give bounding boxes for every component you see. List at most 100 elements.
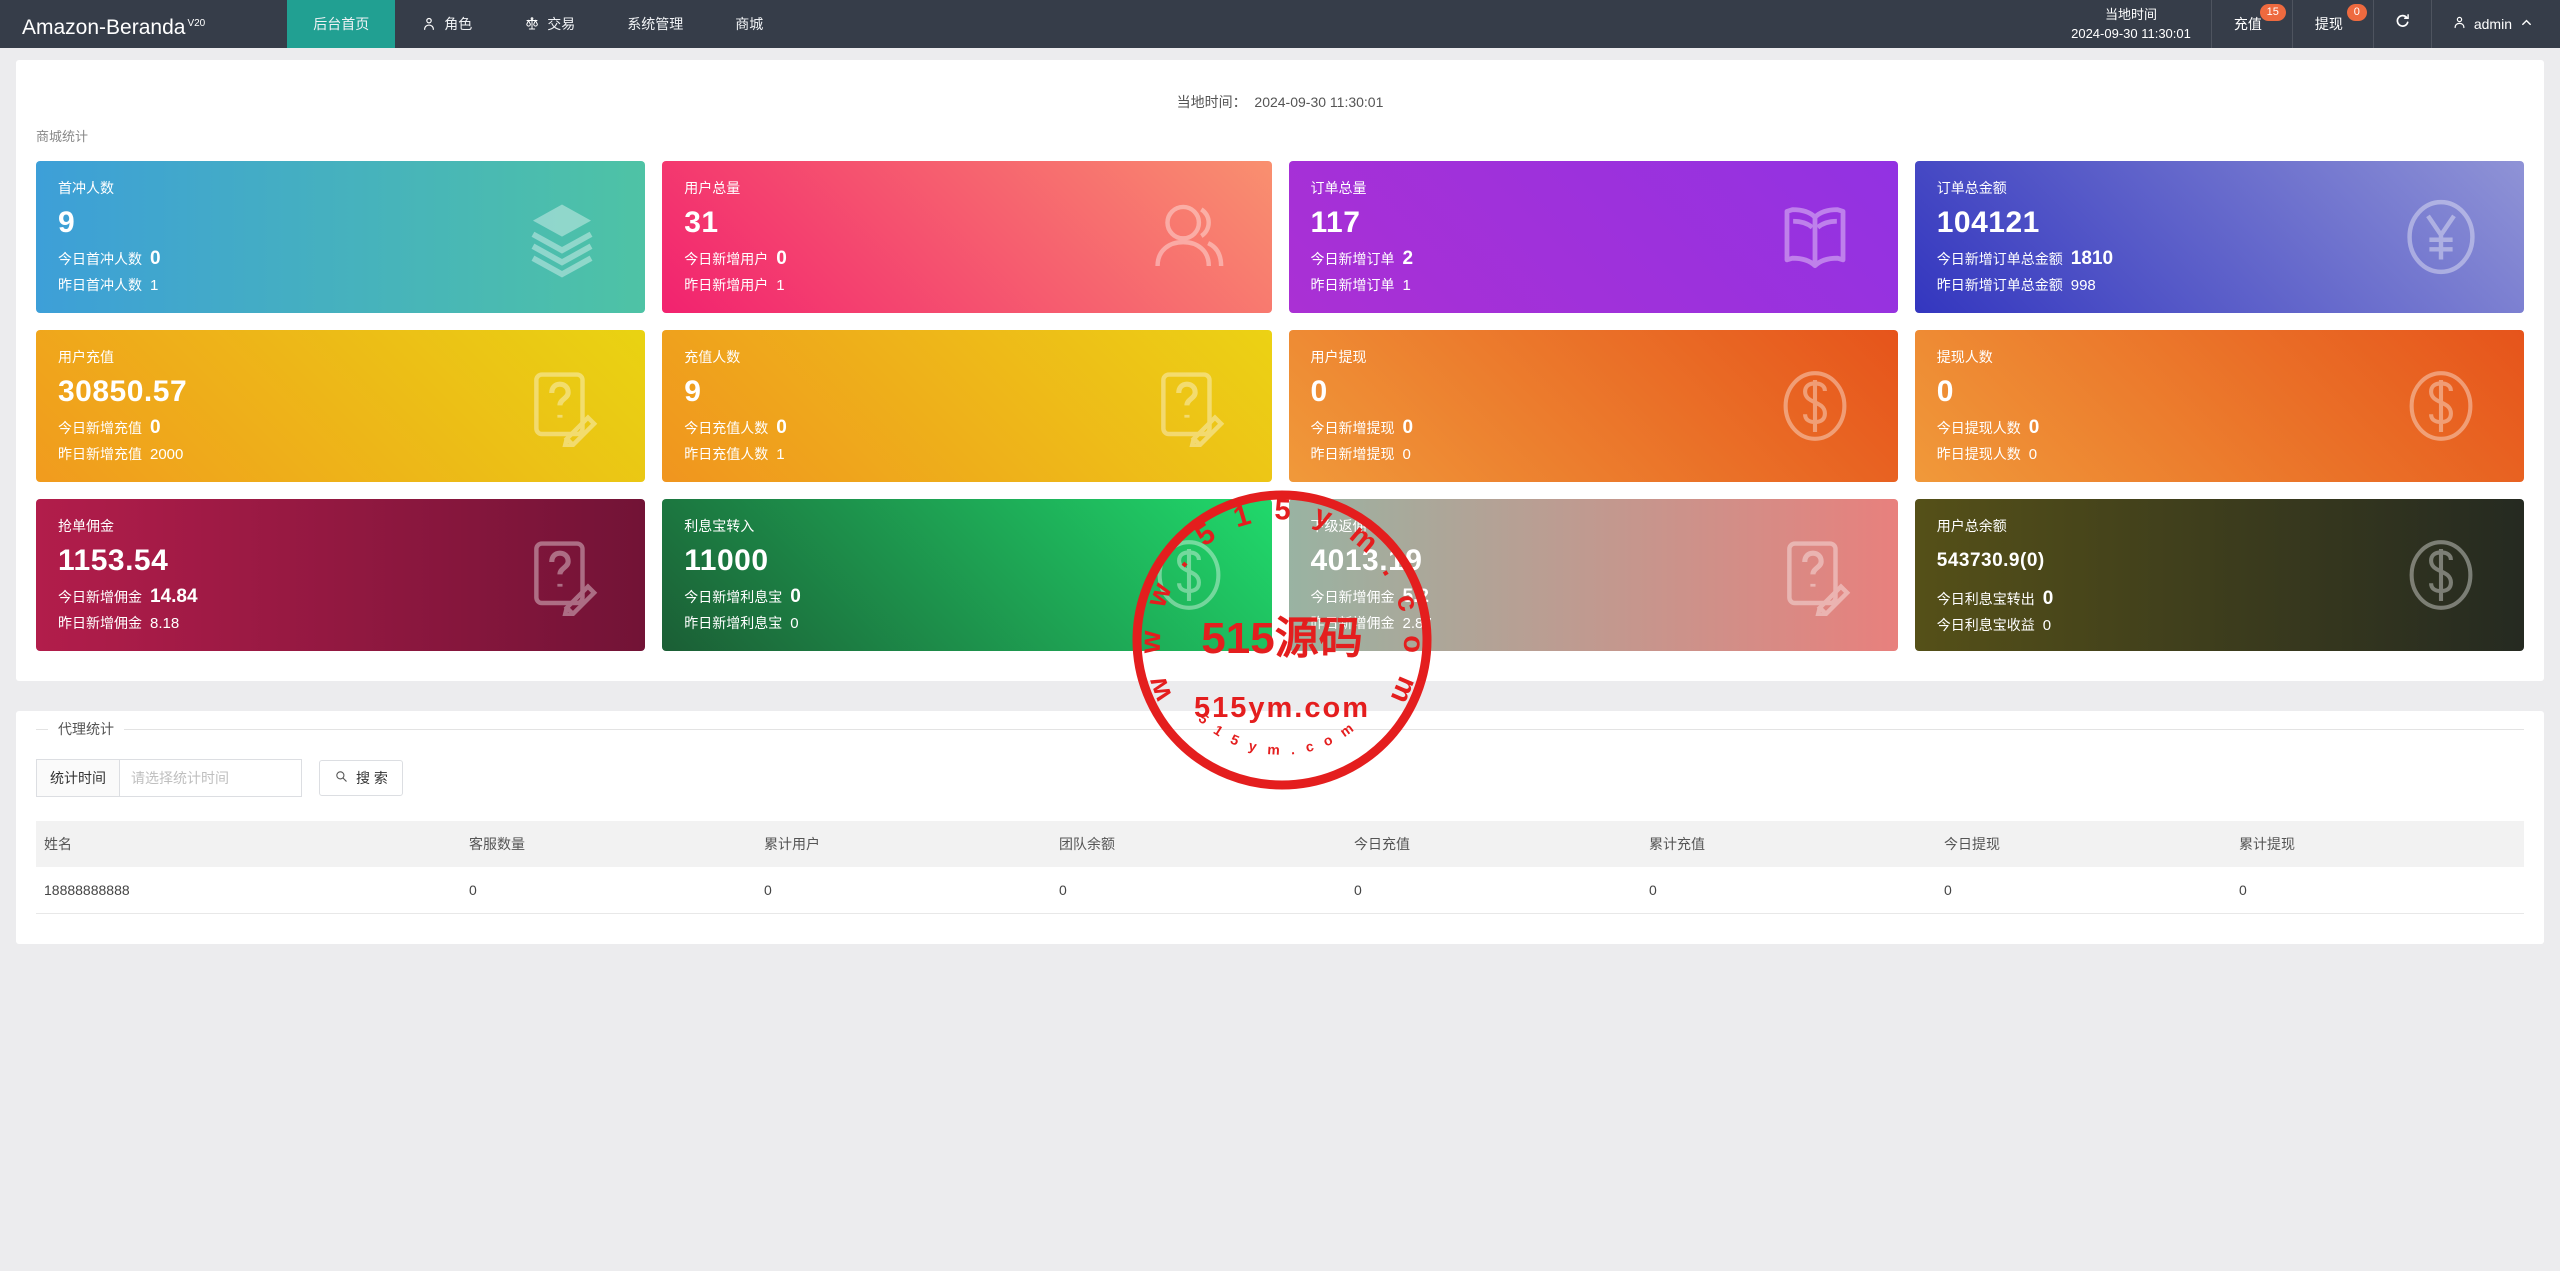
stat-card-today-value: 0 bbox=[776, 417, 787, 438]
table-cell: 0 bbox=[1638, 867, 1934, 914]
stat-card-sub-rebate: 下级返佣 4013.19 今日新增佣金 5.2 昨日新增佣金 2.87 bbox=[1288, 499, 1898, 651]
table-cell: 0 bbox=[1933, 867, 2229, 914]
search-button[interactable]: 搜 索 bbox=[319, 760, 403, 796]
stat-card-today-label: 今日利息宝转出 bbox=[1936, 590, 2035, 607]
withdraw-badge: 0 bbox=[2346, 4, 2367, 21]
stat-card-title: 用户提现 bbox=[1310, 349, 1367, 365]
nav-item-dashboard[interactable]: 后台首页 bbox=[287, 0, 396, 48]
table-header-cell: 今日提现 bbox=[1933, 821, 2229, 867]
stat-card-title: 提现人数 bbox=[1936, 349, 1993, 365]
stat-card-yesterday-value: 1 bbox=[150, 277, 159, 294]
stat-time-input-group: 统计时间 bbox=[36, 759, 302, 797]
mall-stats-section-label: 商城统计 bbox=[36, 129, 89, 144]
mall-stats-panel: 当地时间： 2024-09-30 11:30:01 商城统计 首冲人数 9 今日首冲… bbox=[16, 60, 2544, 681]
admin-label: admin bbox=[2473, 16, 2512, 32]
stat-card-yesterday-line: 昨日新增提现 0 bbox=[1311, 444, 1876, 464]
nav-item-mall[interactable]: 商城 bbox=[709, 0, 789, 48]
person-icon bbox=[421, 16, 437, 32]
table-cell: 0 bbox=[1343, 867, 1639, 914]
stat-card-today-value: 0 bbox=[2042, 587, 2054, 609]
stat-card-title: 用户充值 bbox=[58, 349, 114, 365]
nav-item-label: 后台首页 bbox=[313, 16, 370, 32]
agent-fieldset: 代理统计 统计时间 搜 索 姓名客服数量累计用户团队 bbox=[36, 719, 2524, 914]
nav-item-roles[interactable]: 角色 bbox=[395, 0, 498, 48]
stat-card-yesterday-value: 0 bbox=[2028, 446, 2038, 463]
nav-item-label: 商城 bbox=[735, 16, 764, 32]
stat-card-yesterday-value: 0 bbox=[790, 615, 799, 632]
stat-card-today-label: 今日首冲人数 bbox=[58, 251, 142, 267]
stat-card-title: 用户总余额 bbox=[1936, 518, 2007, 534]
stat-card-today-label: 今日新增用户 bbox=[684, 251, 769, 267]
layers-icon bbox=[521, 196, 603, 278]
recharge-badge: 15 bbox=[2259, 4, 2286, 21]
stat-card-today-label: 今日充值人数 bbox=[684, 420, 769, 436]
table-header-cell: 累计提现 bbox=[2228, 821, 2524, 867]
stat-card-today-value: 2 bbox=[1402, 248, 1414, 269]
admin-menu[interactable]: admin bbox=[2432, 0, 2560, 48]
stat-card-yesterday-line: 昨日新增订单总金额 998 bbox=[1937, 275, 2502, 295]
stat-card-recharge-users: 充值人数 9 今日充值人数 0 昨日充值人数 1 bbox=[662, 330, 1272, 482]
stat-card-today-label: 今日新增订单 bbox=[1310, 251, 1395, 267]
dollar-circle-icon bbox=[1774, 365, 1856, 447]
withdraw-link[interactable]: 提现 0 bbox=[2293, 0, 2374, 48]
stat-card-total-orders: 订单总量 117 今日新增订单 2 昨日新增订单 1 bbox=[1288, 161, 1898, 313]
stat-card-today-value: 5.2 bbox=[1402, 586, 1429, 607]
table-header-cell: 今日充值 bbox=[1343, 821, 1639, 867]
stat-card-yesterday-value: 0 bbox=[2042, 616, 2052, 634]
stat-card-yesterday-label: 昨日新增佣金 bbox=[58, 615, 142, 631]
stat-time-input[interactable] bbox=[120, 759, 302, 797]
stat-card-user-withdraw: 用户提现 0 今日新增提现 0 昨日新增提现 0 bbox=[1288, 330, 1898, 482]
users-icon bbox=[1148, 196, 1230, 278]
table-header-cell: 姓名 bbox=[36, 821, 459, 867]
stat-card-title: 用户总量 bbox=[684, 180, 741, 196]
stat-card-yesterday-label: 昨日充值人数 bbox=[684, 446, 769, 462]
stat-card-withdraw-users: 提现人数 0 今日提现人数 0 昨日提现人数 0 bbox=[1914, 330, 2524, 482]
stat-card-title: 订单总量 bbox=[1310, 180, 1367, 196]
stat-cards-grid: 首冲人数 9 今日首冲人数 0 昨日首冲人数 1 用户总量 31 今日新增用户 0 昨日新增用户 1 订… bbox=[36, 161, 2524, 651]
stat-card-yesterday-line: 昨日新增用户 1 bbox=[684, 275, 1249, 295]
stat-card-interest-transfer-in: 利息宝转入 11000 今日新增利息宝 0 昨日新增利息宝 0 bbox=[662, 499, 1272, 651]
stat-card-yesterday-line: 昨日新增订单 1 bbox=[1311, 275, 1876, 295]
table-header-cell: 累计用户 bbox=[753, 821, 1049, 867]
stat-card-today-label: 今日新增订单总金额 bbox=[1936, 251, 2063, 267]
stat-card-yesterday-label: 昨日提现人数 bbox=[1936, 446, 2021, 462]
recharge-link[interactable]: 充值 15 bbox=[2212, 0, 2293, 48]
stat-card-title: 充值人数 bbox=[684, 349, 741, 365]
stat-card-today-label: 今日新增佣金 bbox=[1310, 589, 1395, 605]
nav-item-trade[interactable]: 交易 bbox=[498, 0, 601, 48]
nav-item-label: 角色 bbox=[444, 16, 473, 32]
nav-right: 当地时间 2024-09-30 11:30:01 充值 15 提现 0 admi… bbox=[2051, 0, 2560, 48]
table-cell: 18888888888 bbox=[36, 867, 459, 914]
chevron-up-icon bbox=[2519, 15, 2534, 33]
stat-card-yesterday-label: 昨日新增提现 bbox=[1310, 446, 1395, 462]
stat-card-yesterday-value: 2000 bbox=[150, 446, 184, 463]
app-navbar: Amazon-Beranda V20 后台首页 角色 交易 系统管理 商城 当地时间 20… bbox=[0, 0, 2560, 48]
stat-card-user-recharge: 用户充值 30850.57 今日新增充值 0 昨日新增充值 2000 bbox=[36, 330, 646, 482]
dollar-circle-icon bbox=[2400, 534, 2482, 616]
brand-logo: Amazon-Beranda V20 bbox=[0, 0, 227, 48]
stat-card-yesterday-label: 昨日新增利息宝 bbox=[684, 615, 783, 631]
stat-card-yesterday-value: 8.18 bbox=[150, 615, 180, 632]
book-icon bbox=[1774, 196, 1856, 278]
stat-card-total-users: 用户总量 31 今日新增用户 0 昨日新增用户 1 bbox=[662, 161, 1272, 313]
doc-edit-icon bbox=[521, 534, 603, 616]
stat-card-title: 首冲人数 bbox=[58, 180, 114, 196]
scale-icon bbox=[524, 16, 540, 32]
stat-card-today-label: 今日新增提现 bbox=[1310, 420, 1395, 436]
table-header-cell: 团队余额 bbox=[1048, 821, 1344, 867]
refresh-button[interactable] bbox=[2374, 0, 2432, 48]
yen-circle-icon bbox=[2400, 196, 2482, 278]
stat-card-today-label: 今日新增利息宝 bbox=[684, 589, 783, 605]
agent-table-head: 姓名 客服数量 累计用户 团队余额 今日充值 累计充值 今日提现 累计提现 bbox=[36, 821, 2524, 867]
table-cell: 0 bbox=[1048, 867, 1344, 914]
brand-name: Amazon-Beranda bbox=[22, 16, 186, 39]
stat-card-yesterday-value: 0 bbox=[1402, 446, 1411, 463]
stat-card-yesterday-line: 昨日充值人数 1 bbox=[684, 444, 1249, 464]
agent-stats-panel: 代理统计 统计时间 搜 索 姓名客服数量累计用户团队 bbox=[16, 711, 2544, 944]
agent-table-body: 18888888888 0 0 0 0 0 0 0 bbox=[36, 867, 2524, 914]
local-time-block: 当地时间 2024-09-30 11:30:01 bbox=[2051, 0, 2212, 48]
nav-item-label: 系统管理 bbox=[627, 16, 684, 32]
withdraw-label: 提现 bbox=[2314, 16, 2343, 32]
nav-item-system[interactable]: 系统管理 bbox=[601, 0, 709, 48]
